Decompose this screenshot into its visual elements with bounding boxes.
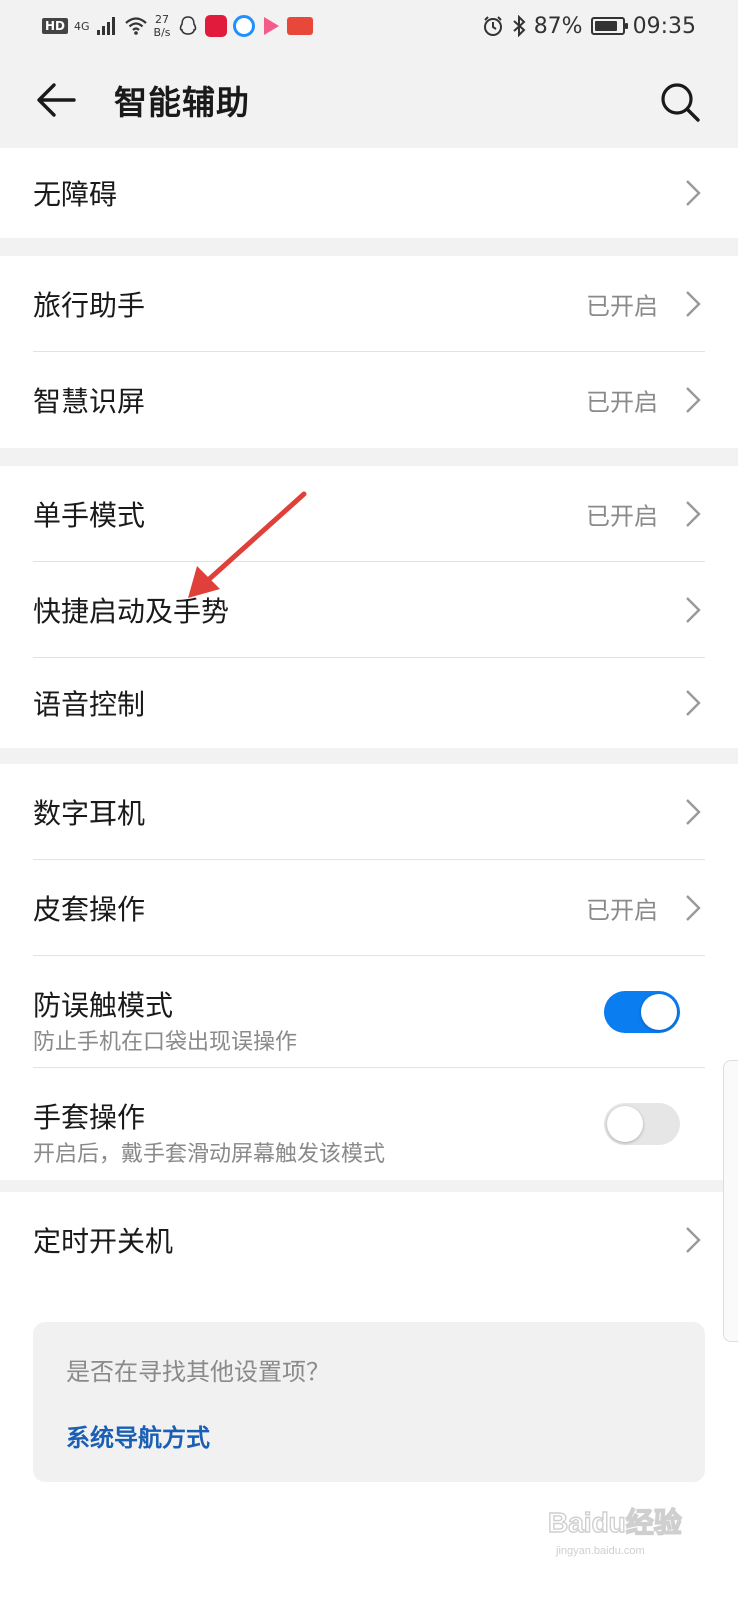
list-item[interactable]: 单手模式 已开启 bbox=[0, 466, 738, 562]
search-icon bbox=[661, 83, 700, 122]
list-item-label: 防误触模式 bbox=[33, 989, 174, 1022]
video-app-icon bbox=[263, 17, 279, 35]
section-assistant: 旅行助手 已开启 智慧识屏 已开启 bbox=[0, 256, 738, 448]
toggle-knob bbox=[607, 1106, 643, 1142]
list-item-label: 快捷启动及手势 bbox=[33, 595, 230, 628]
svg-text:Baidu经验: Baidu经验 bbox=[548, 1506, 682, 1538]
list-item-label: 智慧识屏 bbox=[33, 385, 146, 418]
page-title: 智能辅助 bbox=[114, 83, 250, 122]
status-text: 已开启 bbox=[586, 502, 658, 531]
list-item[interactable]: 定时开关机 bbox=[0, 1192, 738, 1288]
suggestion-card: 是否在寻找其他设置项？ 系统导航方式 bbox=[33, 1322, 705, 1482]
hd-badge: HD bbox=[42, 18, 69, 34]
battery-icon bbox=[590, 17, 628, 35]
scroll-handle[interactable] bbox=[723, 1060, 738, 1342]
netease-music-icon bbox=[204, 15, 227, 37]
status-bar-right: 87% 09:35 bbox=[482, 8, 696, 44]
section-device-ops: 数字耳机 皮套操作 已开启 防误触模式 防止手机在口袋出现误操作 手套操作 开启… bbox=[0, 764, 738, 1180]
status-text: 已开启 bbox=[586, 896, 658, 925]
system-navigation-link[interactable]: 系统导航方式 bbox=[66, 1418, 210, 1453]
section-gestures: 单手模式 已开启 快捷启动及手势 语音控制 bbox=[0, 466, 738, 748]
speed-value: 27 bbox=[155, 13, 170, 26]
clock: 09:35 bbox=[632, 13, 696, 39]
list-item[interactable]: 语音控制 bbox=[0, 658, 738, 748]
signal-icon bbox=[96, 17, 115, 35]
battery-percent: 87% bbox=[533, 13, 583, 39]
status-text: 已开启 bbox=[586, 292, 658, 321]
chevron-right-icon bbox=[686, 1227, 701, 1253]
glove-mode-toggle[interactable] bbox=[604, 1103, 680, 1145]
qq-icon bbox=[179, 16, 196, 35]
list-item[interactable]: 快捷启动及手势 bbox=[0, 562, 738, 658]
list-item-label: 单手模式 bbox=[33, 499, 146, 532]
list-item[interactable]: 皮套操作 已开启 bbox=[0, 860, 738, 956]
status-bar: HD 4G 27 B/s 87% 09:35 bbox=[0, 0, 738, 50]
status-bar-left: HD 4G 27 B/s bbox=[42, 8, 313, 44]
toggle-knob bbox=[641, 994, 677, 1030]
app-header: 智能辅助 bbox=[0, 50, 738, 148]
list-item-subtitle: 防止手机在口袋出现误操作 bbox=[33, 1030, 298, 1055]
pocket-mode-toggle[interactable] bbox=[604, 991, 680, 1033]
list-item-label: 无障碍 bbox=[33, 178, 118, 211]
chevron-right-icon bbox=[686, 180, 701, 206]
list-item-label: 旅行助手 bbox=[33, 289, 146, 322]
toutiao-icon bbox=[286, 17, 313, 35]
chevron-right-icon bbox=[686, 895, 701, 921]
suggestion-question: 是否在寻找其他设置项？ bbox=[66, 1358, 330, 1386]
alarm-icon bbox=[483, 16, 502, 36]
status-text: 已开启 bbox=[586, 388, 658, 417]
list-item-label: 手套操作 bbox=[33, 1101, 146, 1134]
svg-text:jingyan.baidu.com: jingyan.baidu.com bbox=[555, 1545, 645, 1557]
bluetooth-icon bbox=[513, 15, 526, 37]
search-button[interactable] bbox=[652, 74, 708, 130]
network-type: 4G bbox=[74, 19, 90, 33]
baidu-jingyan-watermark: Baidu经验 jingyan.baidu.com bbox=[548, 1505, 682, 1557]
chevron-right-icon bbox=[686, 690, 701, 716]
wifi-icon bbox=[124, 17, 147, 35]
list-item[interactable]: 智慧识屏 已开启 bbox=[0, 352, 738, 448]
chevron-right-icon bbox=[686, 501, 701, 527]
list-item[interactable]: 旅行助手 已开启 bbox=[0, 256, 738, 352]
back-button[interactable] bbox=[30, 74, 82, 126]
list-item-label: 数字耳机 bbox=[33, 797, 146, 830]
list-item-label: 定时开关机 bbox=[33, 1225, 174, 1258]
section-accessibility: 无障碍 bbox=[0, 148, 738, 238]
battery-fill bbox=[594, 21, 617, 31]
list-item-label: 语音控制 bbox=[33, 688, 146, 721]
arrow-left-icon bbox=[37, 83, 76, 117]
speed-unit: B/s bbox=[153, 26, 171, 39]
chevron-right-icon bbox=[686, 799, 701, 825]
chevron-right-icon bbox=[686, 291, 701, 317]
network-speed: 27 B/s bbox=[154, 13, 171, 39]
browser-icon bbox=[232, 15, 255, 37]
chevron-right-icon bbox=[686, 387, 701, 413]
list-item-subtitle: 开启后，戴手套滑动屏幕触发该模式 bbox=[33, 1142, 386, 1167]
list-item[interactable]: 数字耳机 bbox=[0, 764, 738, 860]
chevron-right-icon bbox=[686, 597, 701, 623]
list-item-label: 皮套操作 bbox=[33, 893, 146, 926]
list-item-toggle: 手套操作 开启后，戴手套滑动屏幕触发该模式 bbox=[0, 1068, 738, 1180]
list-item[interactable]: 无障碍 bbox=[0, 148, 738, 238]
list-item-toggle: 防误触模式 防止手机在口袋出现误操作 bbox=[0, 956, 738, 1068]
